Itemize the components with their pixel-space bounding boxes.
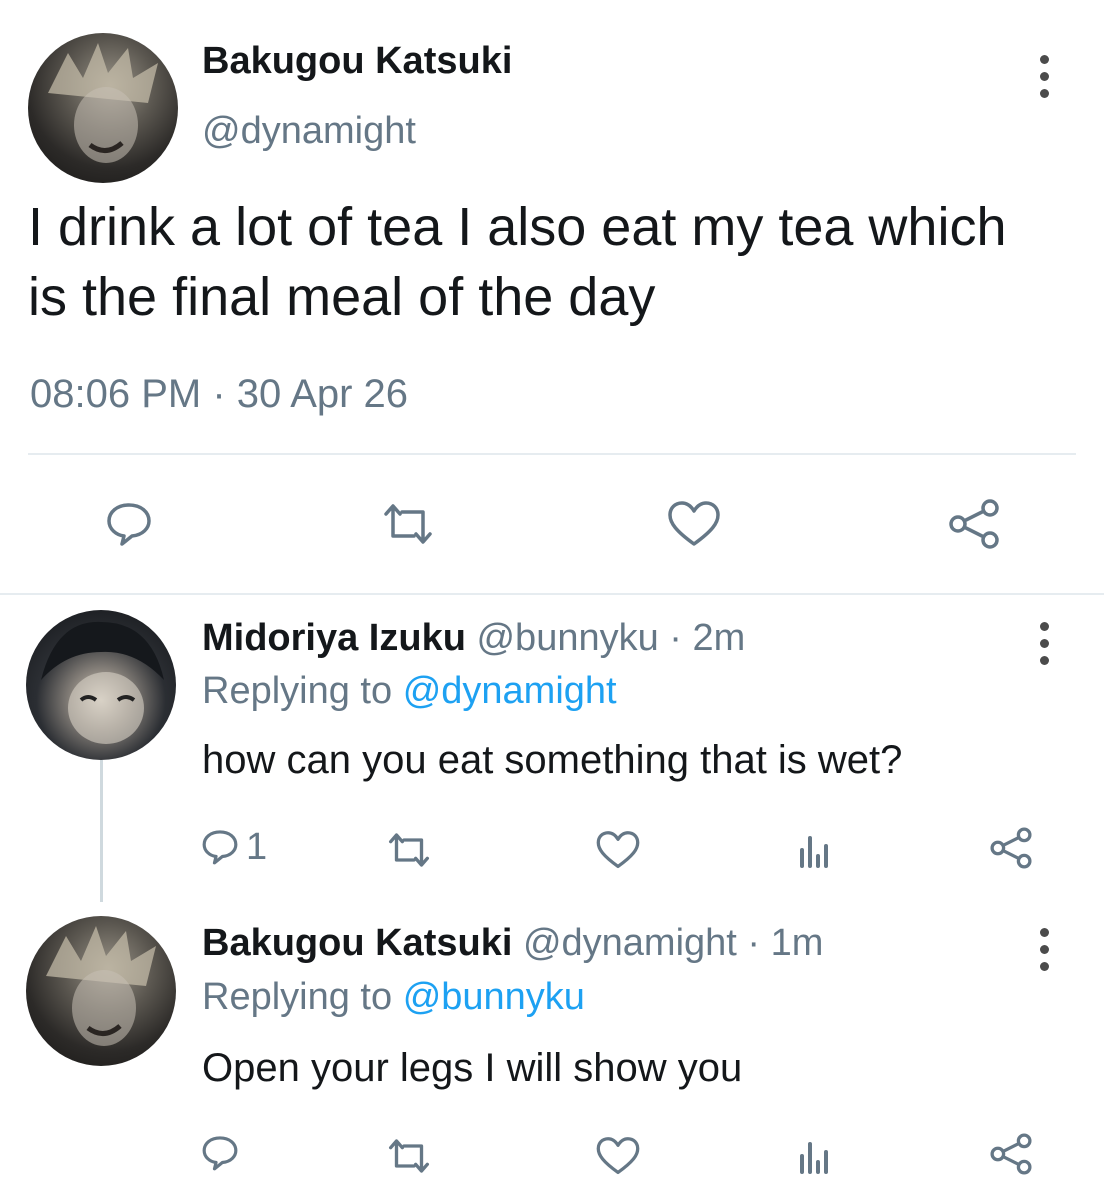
like-icon[interactable] (666, 500, 722, 548)
avatar[interactable] (26, 610, 176, 760)
reply-age: · 1m (747, 922, 824, 964)
replying-to: Replying to @dynamight (202, 670, 617, 713)
analytics-icon[interactable] (796, 1138, 832, 1174)
reply-handle[interactable]: @dynamight (523, 922, 737, 964)
divider (28, 453, 1076, 455)
share-icon[interactable] (946, 498, 1002, 550)
reply-display-name[interactable]: Bakugou Katsuki (202, 922, 512, 964)
reply-header: Bakugou Katsuki @dynamight · 1m (202, 922, 823, 965)
avatar[interactable] (26, 916, 176, 1066)
avatar-illustration (46, 926, 156, 1046)
reply-icon[interactable] (200, 828, 240, 866)
more-options-icon[interactable] (1038, 928, 1050, 971)
share-icon[interactable] (988, 1132, 1034, 1176)
retweet-icon[interactable] (378, 500, 438, 548)
author-handle[interactable]: @dynamight (202, 110, 416, 153)
reply-text: how can you eat something that is wet? (202, 738, 903, 782)
replying-to-handle-link[interactable]: @bunnyku (403, 976, 585, 1018)
like-icon[interactable] (595, 830, 641, 870)
tweet-time: 08:06 PM (30, 372, 202, 416)
like-icon[interactable] (595, 1136, 641, 1176)
more-options-icon[interactable] (1038, 622, 1050, 665)
reply-age: · 2m (669, 617, 746, 659)
reply-display-name[interactable]: Midoriya Izuku (202, 617, 466, 659)
reply-count: 1 (246, 826, 268, 868)
reply-header: Midoriya Izuku @bunnyku · 2m (202, 617, 745, 660)
tweet-text-line-1: I drink a lot of tea I also eat my tea w… (28, 197, 1007, 257)
more-options-icon[interactable] (1038, 55, 1050, 98)
divider (0, 593, 1104, 595)
retweet-icon[interactable] (384, 1136, 434, 1176)
tweet-timestamp[interactable]: 08:06 PM · 30 Apr 26 (30, 372, 408, 417)
avatar[interactable] (28, 33, 178, 183)
replying-to-handle-link[interactable]: @dynamight (403, 670, 617, 712)
replying-to: Replying to @bunnyku (202, 976, 585, 1019)
reply-icon[interactable] (200, 1134, 240, 1172)
author-display-name[interactable]: Bakugou Katsuki (202, 40, 512, 83)
timestamp-separator: · (212, 372, 226, 416)
replying-to-prefix: Replying to (202, 976, 393, 1018)
reply-handle[interactable]: @bunnyku (476, 617, 658, 659)
retweet-icon[interactable] (384, 830, 434, 870)
thread-line (100, 760, 103, 902)
avatar-illustration (41, 621, 164, 744)
replying-to-prefix: Replying to (202, 670, 393, 712)
tweet-date: 30 Apr 26 (236, 372, 409, 416)
reply-icon[interactable] (104, 500, 154, 548)
tweet-text-line-2: is the final meal of the day (28, 267, 656, 327)
avatar-illustration (48, 43, 158, 163)
reply-text: Open your legs I will show you (202, 1046, 743, 1090)
share-icon[interactable] (988, 826, 1034, 870)
analytics-icon[interactable] (796, 832, 832, 868)
